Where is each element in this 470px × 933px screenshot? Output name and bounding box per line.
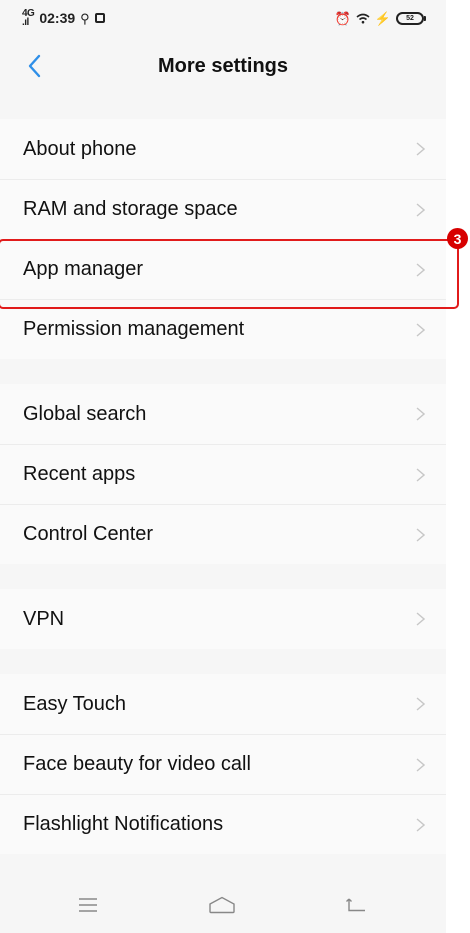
settings-item-label: Control Center xyxy=(23,523,154,545)
settings-item-control-center[interactable]: Control Center xyxy=(0,504,446,564)
settings-group-2: Global search Recent apps Control Center xyxy=(0,384,446,564)
charging-icon: ⚡ xyxy=(374,10,391,26)
back-button[interactable] xyxy=(14,46,54,86)
battery-icon: 52 xyxy=(396,11,426,25)
settings-item-vpn[interactable]: VPN xyxy=(0,589,446,649)
status-bar: 4G .ıl 02:39 ⚲ ⏰ ⚡ 52 xyxy=(0,0,446,36)
navigation-bar xyxy=(0,877,446,933)
battery-level: 52 xyxy=(406,14,414,22)
page-header: More settings xyxy=(0,36,446,96)
settings-item-recent-apps[interactable]: Recent apps xyxy=(0,444,446,504)
photo-icon xyxy=(94,13,105,23)
settings-item-ram-and-storage[interactable]: RAM and storage space xyxy=(0,179,446,239)
chevron-right-icon xyxy=(414,202,426,218)
phone-screen: 4G .ıl 02:39 ⚲ ⏰ ⚡ 52 More settings Abou… xyxy=(0,0,446,933)
settings-group-3: VPN xyxy=(0,589,446,649)
chevron-right-icon xyxy=(414,611,426,627)
alarm-icon: ⏰ xyxy=(334,10,351,26)
settings-group-1: About phone RAM and storage space App ma… xyxy=(0,119,446,359)
network-label: 4G xyxy=(22,8,35,19)
settings-item-label: Easy Touch xyxy=(23,692,127,715)
chevron-right-icon xyxy=(414,467,426,483)
settings-item-label: VPN xyxy=(23,607,65,630)
settings-item-about-phone[interactable]: About phone xyxy=(0,119,446,179)
settings-item-label: About phone xyxy=(23,137,137,160)
chevron-right-icon xyxy=(414,262,426,278)
wifi-icon xyxy=(356,13,370,24)
home-icon xyxy=(209,896,235,914)
chevron-right-icon xyxy=(414,527,426,543)
settings-item-flashlight-notifications[interactable]: Flashlight Notifications xyxy=(0,794,446,854)
settings-item-app-manager[interactable]: App manager xyxy=(0,239,446,299)
settings-item-label: Permission management xyxy=(23,318,245,340)
status-bar-left: 4G .ıl 02:39 ⚲ xyxy=(22,8,105,28)
settings-item-label: Face beauty for video call xyxy=(23,753,251,775)
menu-icon xyxy=(79,898,97,912)
settings-item-label: Global search xyxy=(23,402,147,425)
usb-icon: ⚲ xyxy=(80,10,90,26)
signal-icon: 4G .ıl xyxy=(22,8,35,28)
settings-item-permission-management[interactable]: Permission management xyxy=(0,299,446,359)
page-title: More settings xyxy=(157,54,289,77)
settings-item-label: RAM and storage space xyxy=(23,198,238,220)
settings-item-face-beauty[interactable]: Face beauty for video call xyxy=(0,734,446,794)
chevron-right-icon xyxy=(414,322,426,338)
settings-item-global-search[interactable]: Global search xyxy=(0,384,446,444)
chevron-right-icon xyxy=(414,141,426,157)
chevron-right-icon xyxy=(414,696,426,712)
home-button[interactable] xyxy=(204,891,240,919)
back-chevron-icon xyxy=(28,54,41,78)
settings-item-label: App manager xyxy=(23,258,144,280)
step-badge: 3 xyxy=(447,228,468,249)
settings-item-label: Recent apps xyxy=(23,463,136,485)
settings-item-easy-touch[interactable]: Easy Touch xyxy=(0,674,446,734)
settings-group-4: Easy Touch Face beauty for video call Fl… xyxy=(0,674,446,854)
chevron-right-icon xyxy=(414,406,426,422)
chevron-right-icon xyxy=(414,757,426,773)
status-time: 02:39 xyxy=(39,10,76,26)
chevron-right-icon xyxy=(414,817,426,833)
settings-item-label: Flashlight Notifications xyxy=(23,813,224,835)
status-bar-right: ⏰ ⚡ 52 xyxy=(334,10,426,26)
back-icon xyxy=(346,898,365,912)
menu-button[interactable] xyxy=(70,891,106,919)
back-nav-button[interactable] xyxy=(338,891,374,919)
